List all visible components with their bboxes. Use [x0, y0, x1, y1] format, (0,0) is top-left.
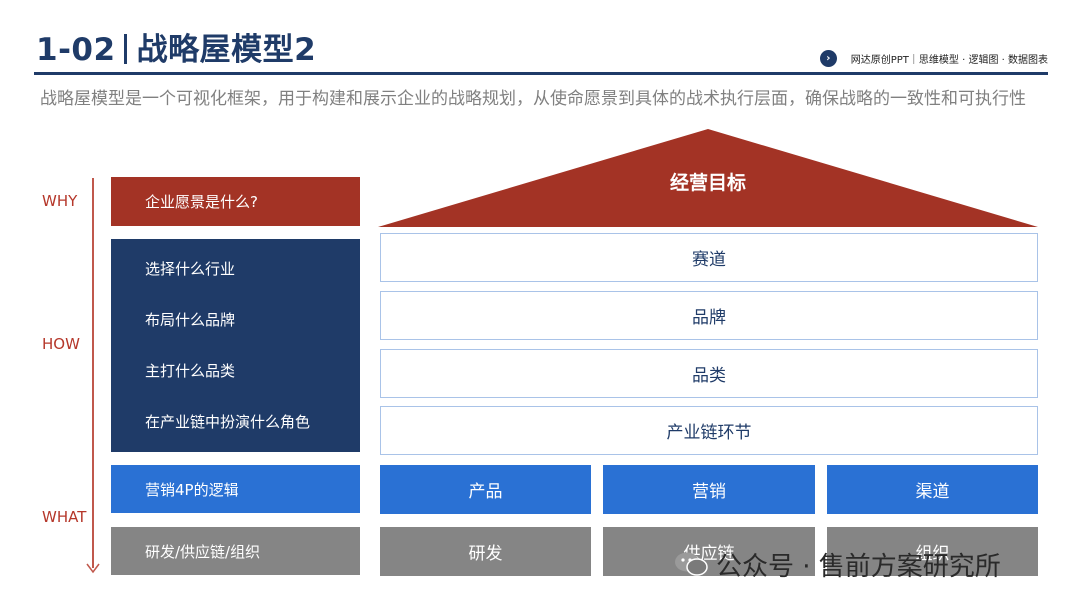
how-item: 布局什么品牌 [145, 311, 236, 329]
house-floor: 赛道 [380, 233, 1038, 282]
axis-label-why: WHY [42, 192, 78, 210]
title-text: 战略屋模型2 [136, 32, 317, 68]
how-box: 选择什么行业 布局什么品牌 主打什么品类 在产业链中扮演什么角色 [111, 239, 360, 452]
header-tagline: › 网达原创PPT｜思维模型 · 逻辑图 · 数据图表 [819, 48, 1048, 68]
house-floor: 品牌 [380, 291, 1038, 340]
marketing-box: 营销4P的逻辑 [111, 465, 360, 513]
axis-label-how: HOW [42, 335, 80, 353]
how-item: 主打什么品类 [145, 362, 236, 380]
base-label: 研发 [468, 544, 503, 564]
supply-box: 研发/供应链/组织 [111, 527, 360, 575]
supply-label: 研发/供应链/组织 [145, 542, 261, 561]
floor-label: 品牌 [692, 308, 726, 328]
roof-label: 经营目标 [669, 172, 746, 194]
axis-label-what: WHAT [42, 508, 87, 526]
base-rnd: 研发 [380, 527, 591, 576]
title-number: 1-02 [36, 32, 116, 68]
floor-label: 品类 [692, 366, 726, 386]
floor-label: 赛道 [692, 250, 726, 270]
pillar-product: 产品 [380, 465, 591, 514]
tagline-text: 网达原创PPT｜思维模型 · 逻辑图 · 数据图表 [850, 54, 1048, 66]
pillar-marketing: 营销 [603, 465, 815, 514]
house-floor: 产业链环节 [380, 406, 1038, 455]
why-question: 企业愿景是什么? [145, 193, 258, 211]
pillar-label: 产品 [468, 482, 503, 502]
chevron-right-icon: › [819, 49, 837, 67]
watermark-text: 公众号 · 售前方案研究所 [716, 551, 1001, 582]
description: 战略屋模型是一个可视化框架，用于构建和展示企业的战略规划，从使命愿景到具体的战术… [40, 89, 1026, 109]
pillar-channel: 渠道 [827, 465, 1038, 514]
house-floor: 品类 [380, 349, 1038, 398]
watermark: 公众号 · 售前方案研究所 [674, 546, 1001, 582]
pillar-label: 渠道 [915, 482, 950, 502]
marketing-label: 营销4P的逻辑 [145, 480, 239, 499]
vertical-axis-line [92, 178, 94, 568]
wechat-icon [675, 552, 708, 576]
header-rule [34, 72, 1048, 75]
how-item: 选择什么行业 [145, 260, 236, 278]
floor-label: 产业链环节 [666, 423, 752, 443]
why-box: 企业愿景是什么? [111, 177, 360, 226]
arrow-down-icon [86, 563, 100, 574]
page-title: 1-02 战略屋模型2 [36, 24, 316, 69]
title-divider [123, 34, 127, 64]
pillar-label: 营销 [692, 482, 726, 502]
how-item: 在产业链中扮演什么角色 [145, 413, 311, 431]
